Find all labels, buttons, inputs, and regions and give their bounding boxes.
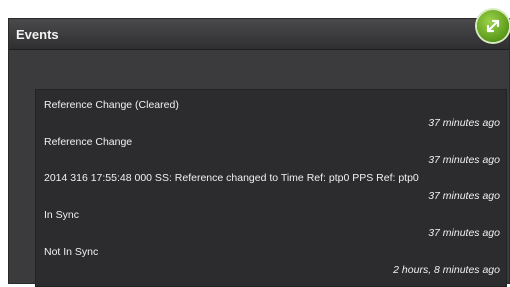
event-time: 2 hours, 8 minutes ago	[393, 264, 500, 276]
panel-title: Events	[16, 27, 59, 42]
list-item: In Sync 37 minutes ago	[44, 209, 500, 245]
event-message: Reference Change (Cleared)	[44, 99, 179, 111]
list-item: 2014 316 17:55:48 000 SS: Reference chan…	[44, 172, 500, 208]
list-item: Not In Sync 2 hours, 8 minutes ago	[44, 246, 500, 282]
events-list: Reference Change (Cleared) 37 minutes ag…	[35, 89, 507, 287]
event-time: 37 minutes ago	[428, 154, 500, 166]
event-message: Not In Sync	[44, 246, 99, 258]
event-time: 37 minutes ago	[428, 227, 500, 239]
event-time: 37 minutes ago	[428, 190, 500, 202]
event-message: 2014 316 17:55:48 000 SS: Reference chan…	[44, 172, 419, 184]
list-item: Reference Change 37 minutes ago	[44, 136, 500, 172]
event-time: 37 minutes ago	[428, 117, 500, 129]
expand-arrows-icon	[486, 19, 500, 33]
event-message: Reference Change	[44, 136, 133, 148]
event-message: In Sync	[44, 209, 80, 221]
expand-button[interactable]	[477, 10, 509, 42]
panel-header: Events	[9, 19, 509, 50]
list-item: Reference Change (Cleared) 37 minutes ag…	[44, 99, 500, 135]
events-panel: Events Reference Change (Cleared) 37 min…	[8, 18, 510, 287]
